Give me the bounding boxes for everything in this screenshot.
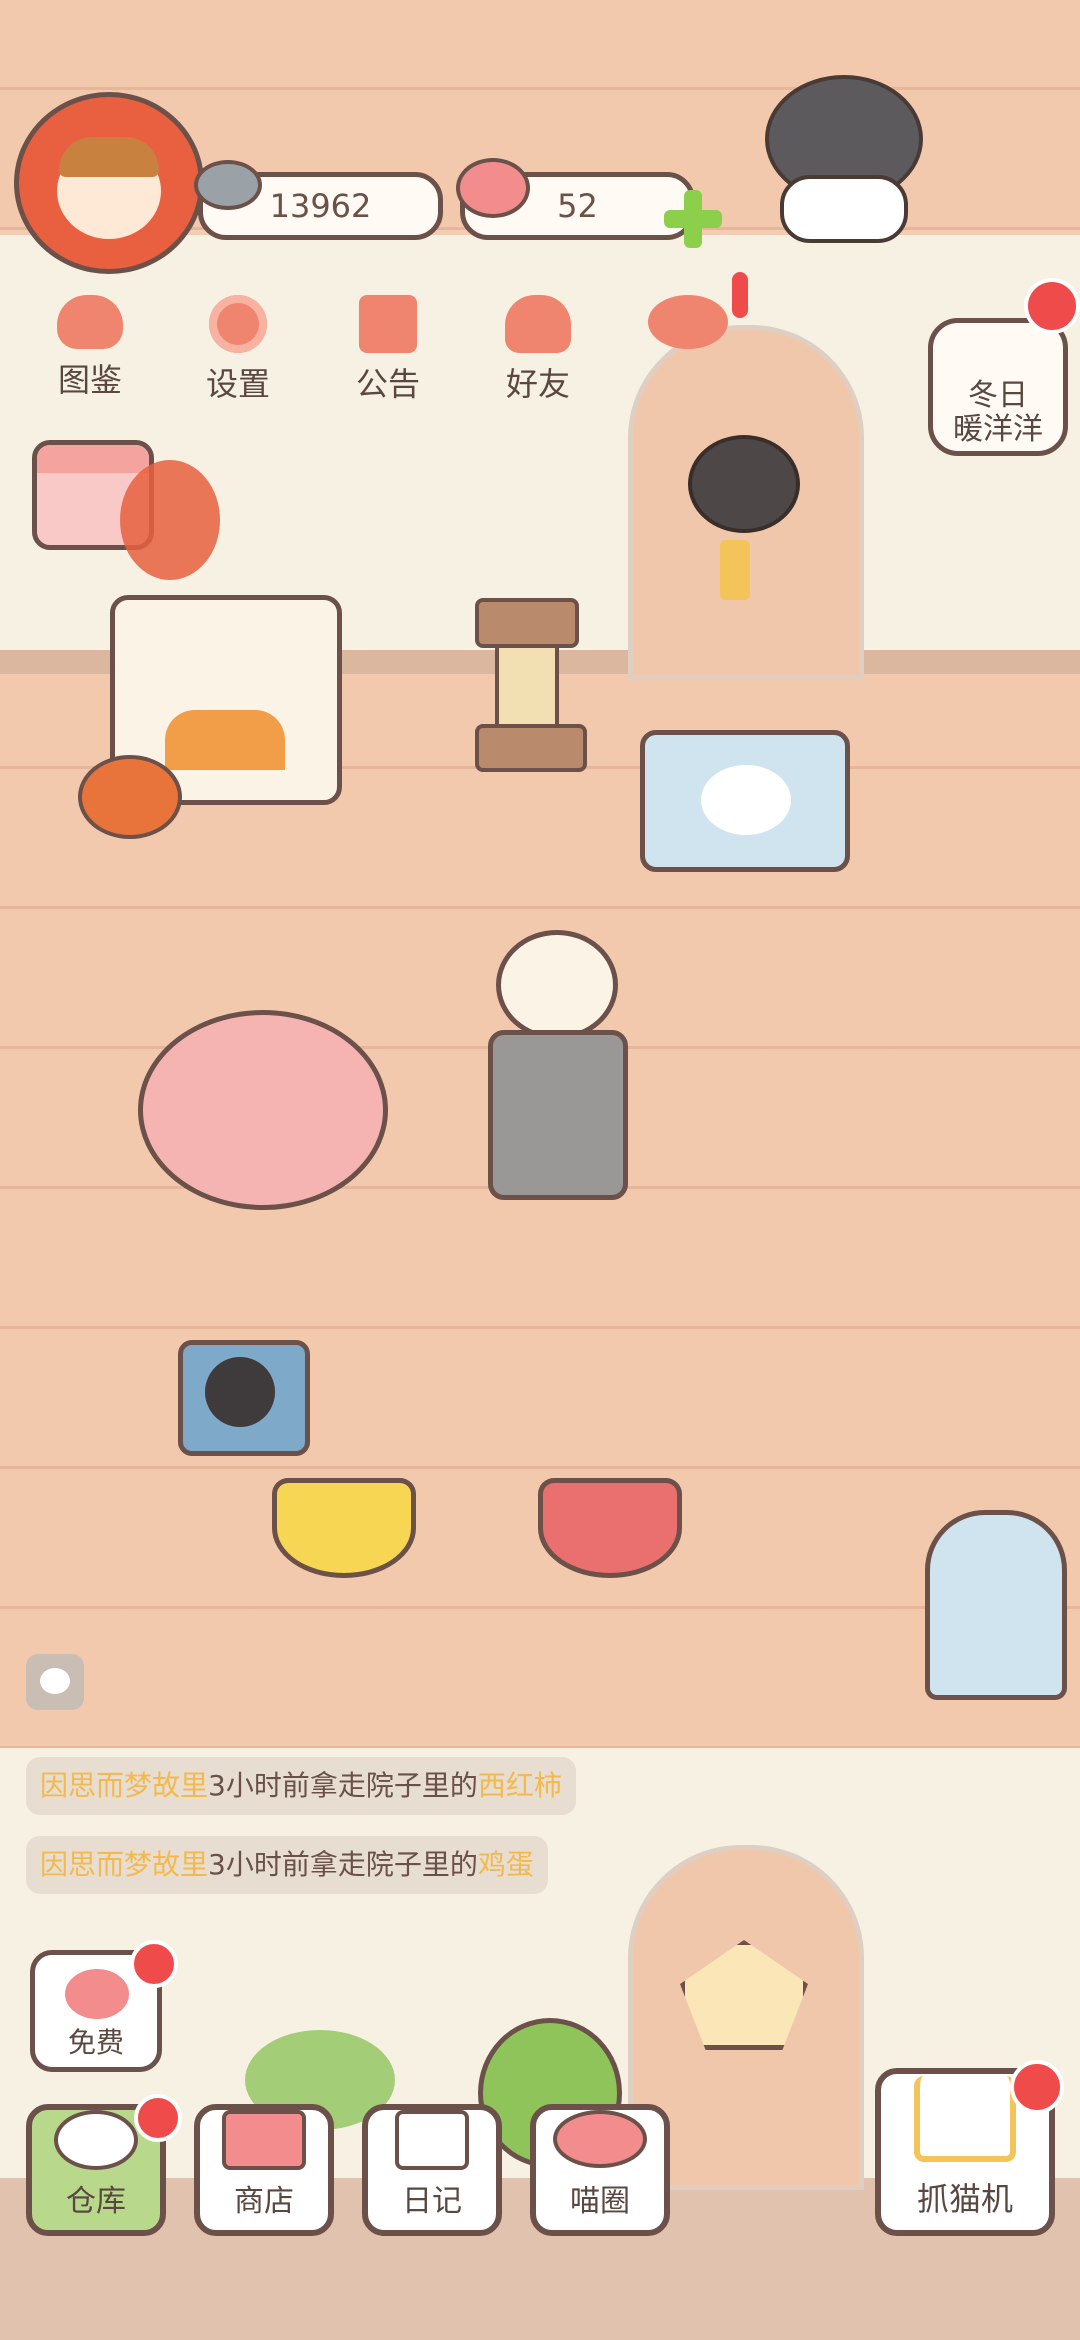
feed-text: 3小时前拿走院子里的 [208, 1848, 478, 1881]
alert-icon [732, 272, 748, 318]
notification-badge [134, 2094, 182, 2142]
cloud-rug[interactable] [640, 730, 850, 872]
feed-user[interactable]: 因思而梦故里 [40, 1769, 208, 1802]
planet-cat-icon [553, 2110, 647, 2168]
coin-count: 13962 [269, 187, 372, 225]
claw-icon [914, 2076, 1016, 2162]
shop-button[interactable]: 商店 [194, 2104, 334, 2236]
friends-icon [505, 295, 571, 353]
bird-ornament [688, 435, 800, 533]
heart-count: 52 [557, 187, 598, 225]
menu-label: 好友 [505, 365, 570, 403]
dock-label: 仓库 [66, 2184, 126, 2219]
meow-circle-button[interactable]: 喵圈 [530, 2104, 670, 2236]
event-title-line1: 冬日 [968, 378, 1028, 413]
feed-text: 3小时前拿走院子里的 [208, 1769, 478, 1802]
heart-icon [65, 1969, 129, 2019]
autumn-leaves [120, 460, 220, 580]
menu-friends[interactable]: 好友 [478, 295, 598, 415]
feed-item: 因思而梦故里3小时前拿走院子里的鸡蛋 [26, 1836, 548, 1894]
hearts-icon [648, 295, 728, 349]
heart-icon [456, 158, 530, 218]
fish-icon [194, 160, 262, 210]
notification-badge [1024, 278, 1080, 334]
dock-label: 日记 [402, 2184, 462, 2219]
feed-item: 因思而梦故里3小时前拿走院子里的西红柿 [26, 1757, 576, 1815]
free-label: 免费 [67, 2026, 124, 2059]
feed-item-name: 西红柿 [477, 1769, 562, 1802]
food-bowl-yellow[interactable] [272, 1478, 416, 1578]
warehouse-icon [54, 2110, 138, 2170]
claw-machine-label: 抓猫机 [916, 2180, 1013, 2218]
gift-icon [359, 295, 417, 353]
gachapon-machine[interactable] [925, 1510, 1067, 1700]
menu-label: 设置 [205, 365, 270, 403]
add-hearts-button[interactable] [664, 190, 722, 248]
menu-announcements[interactable]: 公告 [328, 295, 448, 415]
dock-label: 商店 [234, 2184, 294, 2219]
dock-label: 喵圈 [570, 2184, 630, 2219]
cat-book-icon [57, 295, 123, 349]
chat-toggle-button[interactable] [26, 1654, 84, 1710]
heart-icon [40, 1668, 70, 1694]
diary-icon [395, 2110, 469, 2170]
gear-icon [209, 295, 267, 353]
room-floor [0, 674, 1080, 1749]
feed-user[interactable]: 因思而梦故里 [40, 1848, 208, 1881]
kettle-stove[interactable] [488, 930, 628, 1200]
menu-collection[interactable]: 图鉴 [30, 295, 150, 415]
menu-label: 图鉴 [57, 361, 122, 399]
scratching-post[interactable] [475, 598, 587, 772]
avatar[interactable] [14, 92, 204, 274]
cat-character[interactable] [755, 55, 925, 243]
pumpkin [78, 755, 182, 839]
food-bowl-red[interactable] [538, 1478, 682, 1578]
event-button[interactable]: 冬日 暖洋洋 [928, 318, 1068, 456]
feed-item-name: 鸡蛋 [477, 1848, 534, 1881]
bell-icon [720, 540, 750, 600]
shop-icon [222, 2110, 306, 2170]
diary-button[interactable]: 日记 [362, 2104, 502, 2236]
menu-label: 公告 [355, 365, 420, 403]
record-player[interactable] [178, 1340, 310, 1456]
menu-settings[interactable]: 设置 [178, 295, 298, 415]
notification-badge [1010, 2060, 1064, 2114]
beanbag[interactable] [138, 1010, 388, 1210]
notification-badge [130, 1940, 178, 1988]
event-title-line2: 暖洋洋 [953, 412, 1043, 447]
menu-hearts[interactable] [628, 295, 748, 415]
